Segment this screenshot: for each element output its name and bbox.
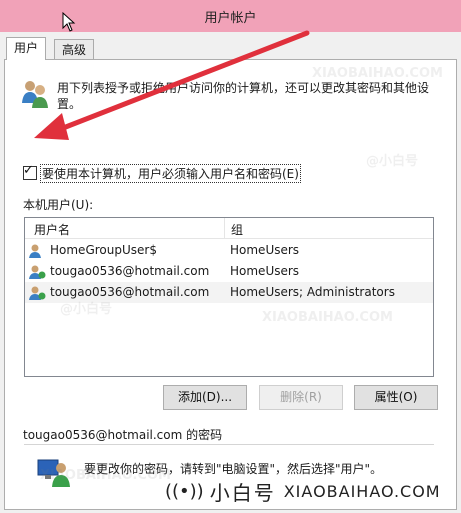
users-tab-panel: 用下列表授予或拒绝用户访问你的计算机，还可以更改其密码和其他设置。 ✓ 要使用本… [4, 59, 457, 510]
list-header: 用户名 组 [25, 218, 433, 239]
user-icon [29, 244, 41, 258]
users-group-icon [22, 81, 48, 108]
password-section-title: tougao0536@hotmail.com 的密码 [23, 428, 223, 442]
brand-en: XIAOBAIHAO.COM [283, 481, 441, 501]
intro-text: 用下列表授予或拒绝用户访问你的计算机，还可以更改其密码和其他设置。 [57, 81, 430, 111]
column-header-username[interactable]: 用户名 [34, 221, 70, 238]
user-online-icon [29, 265, 46, 279]
user-group: HomeUsers; Administrators [230, 285, 395, 299]
user-accounts-dialog: 用户 高级 用下列表授予或拒绝用户访问你的计算机，还可以更改其密码和其他设置。 … [0, 32, 461, 513]
watermark-brand: ((•)) 小白号 XIAOBAIHAO.COM [165, 476, 461, 506]
user-group: HomeUsers [230, 243, 300, 257]
remove-button[interactable]: 删除(R) [259, 385, 343, 410]
user-row[interactable]: tougao0536@hotmail.com HomeUsers; Admini… [25, 282, 433, 303]
require-password-checkbox[interactable]: ✓ [23, 163, 37, 180]
user-name: tougao0536@hotmail.com [50, 285, 210, 299]
user-group: HomeUsers [230, 264, 300, 278]
user-name: HomeGroupUser$ [50, 243, 157, 257]
password-change-instruction: 要更改你的密码，请转到"电脑设置"，然后选择"用户"。 [84, 462, 383, 476]
signal-icon: ((•)) [165, 480, 204, 502]
require-password-label[interactable]: 要使用本计算机，用户必须输入用户名和密码(E) [40, 163, 301, 183]
user-row[interactable]: HomeGroupUser$ HomeUsers [25, 240, 433, 261]
user-password-icon [37, 459, 70, 487]
tab-users[interactable]: 用户 [6, 37, 47, 60]
user-name: tougao0536@hotmail.com [50, 264, 210, 278]
properties-button[interactable]: 属性(O) [354, 385, 438, 410]
tab-users-label: 用户 [14, 41, 39, 55]
local-users-label: 本机用户(U): [23, 198, 94, 212]
require-password-row[interactable]: ✓ 要使用本计算机，用户必须输入用户名和密码(E) [23, 163, 301, 183]
tab-advanced-label: 高级 [62, 43, 87, 57]
tab-advanced[interactable]: 高级 [54, 39, 95, 60]
user-row[interactable]: tougao0536@hotmail.com HomeUsers [25, 261, 433, 282]
checkmark-icon: ✓ [23, 163, 34, 178]
user-online-icon [29, 286, 46, 300]
add-button[interactable]: 添加(D)... [163, 385, 247, 410]
mouse-cursor-icon [62, 12, 76, 32]
title-bar[interactable]: 用户帐户 [0, 0, 461, 33]
brand-cn: 小白号 [209, 480, 276, 505]
users-list[interactable]: 用户名 组 HomeGroupUser$ HomeUsers tougao053… [24, 217, 434, 377]
column-header-group[interactable]: 组 [231, 221, 243, 238]
